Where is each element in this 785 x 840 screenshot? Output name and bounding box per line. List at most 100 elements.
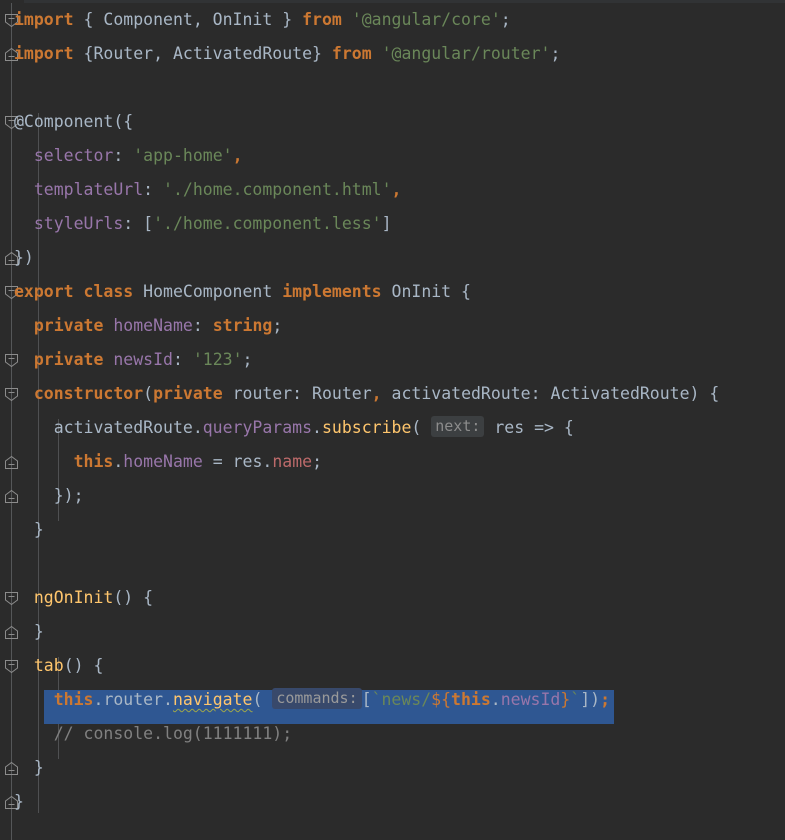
code-token: ;: [550, 44, 561, 63]
code-token: HomeComponent: [133, 282, 283, 301]
code-token: }: [560, 690, 571, 709]
code-line[interactable]: }: [0, 513, 785, 547]
code-token: .: [312, 418, 322, 437]
code-token: this: [73, 452, 114, 471]
code-token: .: [490, 690, 501, 709]
code-token: { Component, OnInit }: [73, 10, 303, 29]
code-token: `news/: [371, 690, 432, 709]
code-token: }: [14, 520, 44, 539]
code-line[interactable]: @Component({: [0, 105, 785, 139]
code-line[interactable]: this.homeName = res.name;: [0, 445, 785, 479]
code-token: string: [212, 316, 273, 335]
code-token: homeName: [113, 316, 193, 335]
code-token: name: [272, 452, 313, 471]
code-token: implements: [282, 282, 382, 301]
code-line[interactable]: export class HomeComponent implements On…: [0, 275, 785, 309]
code-token: ;: [600, 690, 611, 709]
code-token: {Router, ActivatedRoute}: [73, 44, 332, 63]
code-line[interactable]: [0, 547, 785, 581]
code-token: ngOnInit: [33, 588, 114, 607]
code-line[interactable]: }: [0, 751, 785, 785]
code-token: }): [14, 248, 34, 267]
code-token: './home.component.less': [153, 214, 382, 233]
code-token: activatedRoute: ActivatedRoute) {: [381, 384, 720, 403]
code-token: ]: [381, 214, 392, 233]
code-line[interactable]: selector: 'app-home',: [0, 139, 785, 173]
code-token: ,: [391, 180, 402, 199]
code-line[interactable]: templateUrl: './home.component.html',: [0, 173, 785, 207]
code-token: ,: [232, 146, 243, 165]
code-token: ;: [500, 10, 511, 29]
code-token: ${: [431, 690, 452, 709]
code-line[interactable]: });: [0, 479, 785, 513]
code-line[interactable]: constructor(private router: Router, acti…: [0, 377, 785, 411]
code-token: () {: [113, 588, 154, 607]
code-token: .: [163, 690, 173, 709]
code-token: router: [103, 690, 164, 709]
code-line[interactable]: tab() {: [0, 649, 785, 683]
code-token: OnInit {: [381, 282, 471, 301]
code-token: }: [14, 758, 44, 777]
code-token: private: [33, 350, 104, 369]
code-line[interactable]: }: [0, 785, 785, 819]
code-token: (: [411, 418, 432, 437]
code-token: (: [143, 384, 154, 403]
code-line[interactable]: styleUrls: ['./home.component.less']: [0, 207, 785, 241]
code-token: // console.log(1111111);: [14, 724, 293, 743]
code-line[interactable]: import {Router, ActivatedRoute} from '@a…: [0, 37, 785, 71]
code-token: from: [331, 44, 372, 63]
code-token: .: [192, 418, 203, 437]
inlay-parameter-hint: next:: [431, 416, 485, 437]
code-editor[interactable]: import { Component, OnInit } from '@angu…: [0, 0, 785, 840]
code-token: = res: [202, 452, 263, 471]
code-token: .: [93, 690, 104, 709]
code-token: () {: [63, 656, 104, 675]
code-token: (: [252, 690, 273, 709]
code-token: templateUrl: [33, 180, 144, 199]
code-token: '@angular/core': [351, 10, 501, 29]
inlay-parameter-hint: commands:: [272, 688, 362, 709]
code-line[interactable]: import { Component, OnInit } from '@angu…: [0, 3, 785, 37]
code-line[interactable]: }: [0, 615, 785, 649]
code-token: :: [143, 180, 164, 199]
code-token: private: [33, 316, 104, 335]
code-token: ,: [371, 384, 382, 403]
code-token: newsId: [113, 350, 173, 369]
code-token: constructor: [33, 384, 144, 403]
code-token: router: Router: [222, 384, 372, 403]
code-token: :: [192, 316, 213, 335]
code-token: });: [14, 486, 84, 505]
code-line[interactable]: private newsId: '123';: [0, 343, 785, 377]
code-token: ]): [580, 690, 601, 709]
code-token: :: [172, 350, 193, 369]
code-token: ;: [272, 316, 283, 335]
code-line[interactable]: activatedRoute.queryParams.subscribe( ne…: [0, 411, 785, 445]
code-line[interactable]: ngOnInit() {: [0, 581, 785, 615]
code-token: './home.component.html': [163, 180, 392, 199]
code-token: import: [14, 10, 74, 29]
code-content[interactable]: import { Component, OnInit } from '@angu…: [0, 3, 785, 840]
code-line[interactable]: [0, 71, 785, 105]
code-token: }: [14, 792, 24, 811]
code-token: 'app-home': [133, 146, 233, 165]
code-token: '@angular/router': [381, 44, 551, 63]
code-token: import: [14, 44, 74, 63]
code-token: activatedRoute: [14, 418, 193, 437]
code-line[interactable]: private homeName: string;: [0, 309, 785, 343]
code-token: [: [361, 690, 372, 709]
code-token: from: [302, 10, 342, 29]
code-token: .: [113, 452, 124, 471]
code-line[interactable]: }): [0, 241, 785, 275]
